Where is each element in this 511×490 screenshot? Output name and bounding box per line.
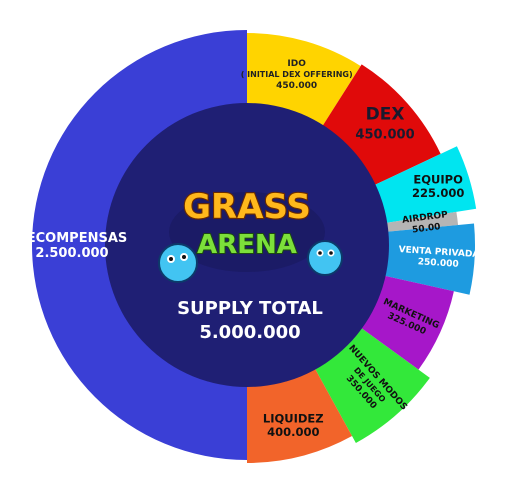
label-liquidez: LIQUIDEZ400.000 — [263, 411, 324, 439]
label-text-liquidez: LIQUIDEZ — [263, 411, 324, 425]
value-text-dex: 450.000 — [355, 127, 414, 142]
label-equipo: EQUIPO225.000 — [412, 172, 464, 200]
label-text-equipo: EQUIPO — [413, 172, 463, 186]
center-label: SUPPLY TOTAL — [177, 298, 323, 319]
mascot-left-icon — [158, 243, 198, 283]
value-text-equipo: 225.000 — [412, 186, 464, 200]
value-text-liquidez: 400.000 — [267, 425, 319, 439]
tokenomics-pie-chart: GRASS ARENA SUPPLY TOTAL 5.000.000 IDO( … — [17, 30, 480, 463]
value-text-ido: 450.000 — [276, 81, 317, 91]
label-text-ido: IDO — [287, 59, 306, 69]
logo-line2: ARENA — [197, 230, 297, 260]
label-text-ido: ( INITIAL DEX OFFERING) — [241, 70, 353, 79]
center-value: 5.000.000 — [199, 322, 300, 343]
logo-line1: GRASS — [183, 187, 311, 227]
mascot-right-icon — [307, 240, 343, 276]
label-text-dex: DEX — [366, 104, 405, 124]
label-text-recompensas: RECOMPENSAS — [17, 231, 128, 246]
value-text-recompensas: 2.500.000 — [35, 246, 108, 261]
